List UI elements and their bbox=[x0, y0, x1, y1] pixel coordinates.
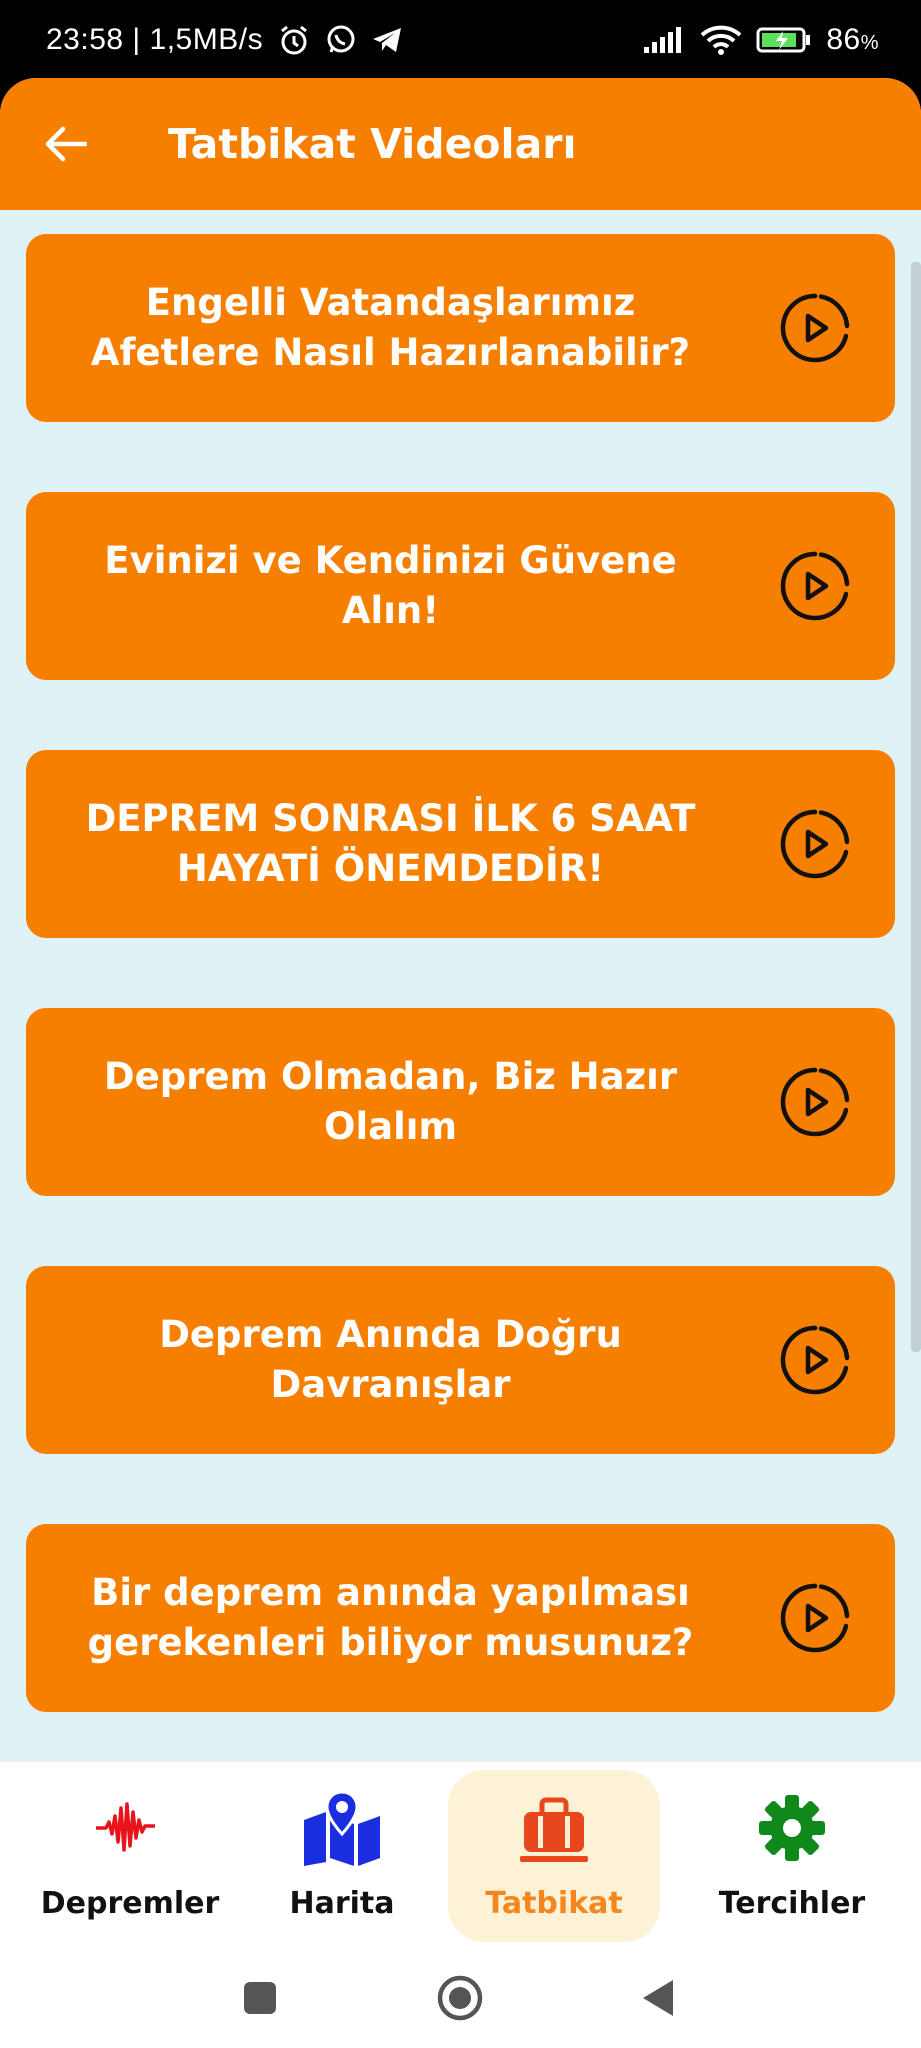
back-arrow-icon bbox=[45, 126, 87, 162]
system-navigation-bar bbox=[0, 1948, 921, 2048]
square-icon bbox=[244, 1982, 276, 2014]
play-circle-icon bbox=[780, 1583, 850, 1653]
app-bar: Tatbikat Videoları bbox=[0, 78, 921, 210]
status-left: 23:58 | 1,5MB/s bbox=[46, 23, 403, 57]
status-bar: 23:58 | 1,5MB/s 86% bbox=[0, 0, 921, 80]
nav-label: Depremler bbox=[40, 1886, 220, 1921]
alarm-icon bbox=[277, 23, 311, 57]
nav-item-harita[interactable]: Harita bbox=[236, 1770, 448, 1942]
signal-icon bbox=[644, 27, 686, 53]
video-title: Deprem Olmadan, Biz Hazır Olalım bbox=[103, 1055, 678, 1148]
play-button[interactable] bbox=[735, 750, 895, 938]
wifi-icon bbox=[700, 24, 742, 56]
video-card[interactable]: DEPREM SONRASI İLK 6 SAAT HAYATİ ÖNEMDED… bbox=[26, 750, 895, 938]
triangle-back-icon bbox=[643, 1980, 673, 2016]
map-icon bbox=[300, 1778, 384, 1878]
nav-label: Tatbikat bbox=[485, 1886, 623, 1921]
video-card[interactable]: Deprem Anında Doğru Davranışlar bbox=[26, 1266, 895, 1454]
home-circle-icon bbox=[437, 1975, 483, 2021]
back-button[interactable] bbox=[0, 78, 130, 210]
video-title: DEPREM SONRASI İLK 6 SAAT HAYATİ ÖNEMDED… bbox=[85, 797, 696, 890]
whatsapp-icon bbox=[325, 24, 357, 56]
play-button[interactable] bbox=[735, 1524, 895, 1712]
battery-percent: 86% bbox=[826, 23, 879, 56]
video-card[interactable]: Bir deprem anında yapılması gerekenleri … bbox=[26, 1524, 895, 1712]
video-card[interactable]: Evinizi ve Kendinizi Güvene Alın! bbox=[26, 492, 895, 680]
nav-item-tercihler[interactable]: Tercihler bbox=[686, 1770, 898, 1942]
play-button[interactable] bbox=[735, 1266, 895, 1454]
scrollbar[interactable] bbox=[911, 262, 921, 1352]
video-list-content[interactable]: Engelli Vatandaşlarımız Afetlere Nasıl H… bbox=[0, 210, 921, 1760]
back-nav-button[interactable] bbox=[628, 1968, 688, 2028]
video-title: Deprem Anında Doğru Davranışlar bbox=[159, 1313, 622, 1406]
video-title: Evinizi ve Kendinizi Güvene Alın! bbox=[104, 539, 677, 632]
suitcase-icon bbox=[518, 1778, 590, 1878]
play-circle-icon bbox=[780, 551, 850, 621]
battery-icon bbox=[756, 26, 812, 54]
battery-value: 86 bbox=[826, 23, 861, 56]
seismograph-icon bbox=[94, 1778, 166, 1878]
play-button[interactable] bbox=[735, 234, 895, 422]
app-window: Tatbikat Videoları Engelli Vatandaşlarım… bbox=[0, 78, 921, 2048]
nav-item-depremler[interactable]: Depremler bbox=[24, 1770, 236, 1942]
status-right: 86% bbox=[644, 23, 879, 57]
play-circle-icon bbox=[780, 1067, 850, 1137]
nav-label: Tercihler bbox=[718, 1886, 866, 1921]
status-time-speed: 23:58 | 1,5MB/s bbox=[46, 23, 264, 56]
page-title: Tatbikat Videoları bbox=[168, 120, 577, 168]
bottom-navigation: Depremler Harita Tatbikat Tercihler bbox=[0, 1760, 921, 1948]
play-circle-icon bbox=[780, 1325, 850, 1395]
play-button[interactable] bbox=[735, 492, 895, 680]
video-card[interactable]: Deprem Olmadan, Biz Hazır Olalım bbox=[26, 1008, 895, 1196]
play-circle-icon bbox=[780, 809, 850, 879]
play-button[interactable] bbox=[735, 1008, 895, 1196]
home-button[interactable] bbox=[430, 1968, 490, 2028]
video-card[interactable]: Engelli Vatandaşlarımız Afetlere Nasıl H… bbox=[26, 234, 895, 422]
recents-button[interactable] bbox=[230, 1968, 290, 2028]
video-title: Engelli Vatandaşlarımız Afetlere Nasıl H… bbox=[90, 281, 691, 374]
telegram-icon bbox=[371, 25, 403, 55]
video-list: Engelli Vatandaşlarımız Afetlere Nasıl H… bbox=[26, 234, 895, 1760]
play-circle-icon bbox=[780, 293, 850, 363]
nav-label: Harita bbox=[289, 1886, 395, 1921]
gear-icon bbox=[757, 1778, 827, 1878]
nav-item-tatbikat[interactable]: Tatbikat bbox=[448, 1770, 660, 1942]
video-title: Bir deprem anında yapılması gerekenleri … bbox=[87, 1571, 694, 1664]
